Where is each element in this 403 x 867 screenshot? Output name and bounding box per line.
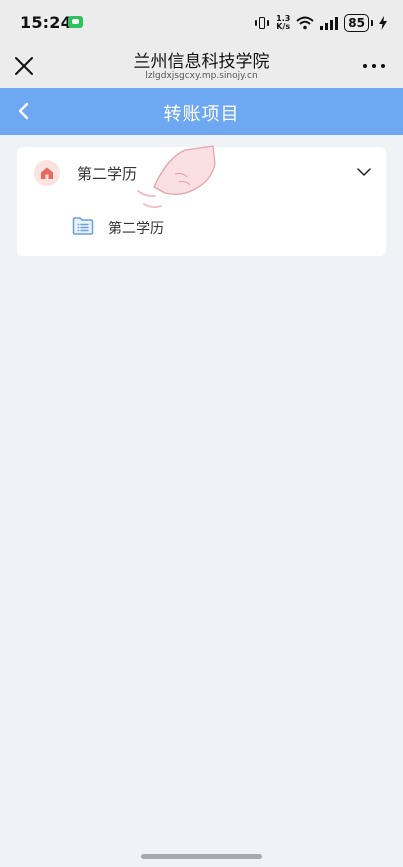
more-icon[interactable] xyxy=(363,58,385,74)
status-time: 15:24 xyxy=(20,13,72,32)
wifi-icon xyxy=(296,16,314,30)
battery-level: 85 xyxy=(344,14,369,32)
webview-title-bar: 兰州信息科技学院 lzlgdxjsgcxy.mp.sinojy.cn xyxy=(0,44,403,88)
chevron-down-icon[interactable] xyxy=(356,165,372,179)
project-item-label: 第二学历 xyxy=(108,221,164,237)
network-speed: 1.3 K/s xyxy=(276,15,290,31)
page-domain: lzlgdxjsgcxy.mp.sinojy.cn xyxy=(145,71,258,81)
vibrate-icon xyxy=(254,16,270,30)
home-indicator[interactable] xyxy=(141,854,262,859)
folder-list-icon xyxy=(72,217,94,235)
wechat-notification-icon xyxy=(68,16,83,28)
status-icons: 1.3 K/s 85 xyxy=(254,13,387,33)
home-icon xyxy=(34,160,60,186)
charging-icon xyxy=(379,16,387,30)
network-speed-unit: K/s xyxy=(276,22,291,31)
project-group-header[interactable]: 第二学历 xyxy=(17,147,386,199)
status-bar: 15:24 1.3 K/s 85 xyxy=(0,0,403,44)
project-group-card: 第二学历 第二学历 xyxy=(17,147,386,256)
signal-icon xyxy=(320,16,339,30)
project-group-label: 第二学历 xyxy=(77,165,138,183)
battery-indicator: 85 xyxy=(344,14,373,32)
project-item[interactable]: 第二学历 xyxy=(17,205,386,249)
nav-bar: 转账项目 xyxy=(0,88,403,135)
page-title: 兰州信息科技学院 xyxy=(133,52,270,72)
nav-title: 转账项目 xyxy=(163,104,240,125)
